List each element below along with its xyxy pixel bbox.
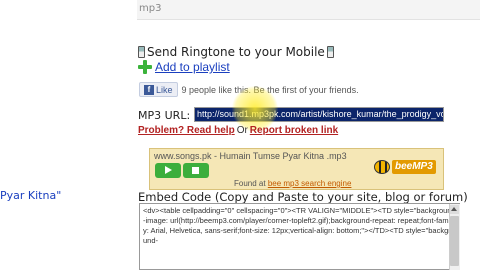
found-at-text: Found at bee mp3 search engine bbox=[234, 179, 351, 188]
like-button-label: Like bbox=[156, 84, 173, 95]
embed-code-label: Embed Code (Copy and Paste to your site,… bbox=[138, 190, 468, 204]
scrollbar-thumb[interactable] bbox=[450, 216, 459, 266]
mp3-url-label: MP3 URL: bbox=[138, 109, 191, 122]
send-ringtone-link[interactable]: Send Ringtone to your Mobile bbox=[138, 44, 334, 60]
mobile-phone-icon bbox=[138, 46, 145, 58]
audio-player: www.songs.pk - Humain Tumse Pyar Kitna .… bbox=[149, 148, 444, 190]
or-text: Or bbox=[236, 125, 248, 136]
song-title-link[interactable]: Pyar Kitna" bbox=[0, 189, 61, 202]
facebook-like-button[interactable]: f Like bbox=[139, 82, 178, 97]
bee-icon bbox=[374, 160, 390, 174]
send-ringtone-label: Send Ringtone to your Mobile bbox=[147, 45, 325, 59]
plus-icon bbox=[138, 60, 152, 74]
embed-code-textarea[interactable]: <dv><table cellpadding="0" cellspacing="… bbox=[139, 203, 460, 270]
mp3-url-value: http://sound1.mp3pk.com/artist/kishore_k… bbox=[195, 108, 443, 121]
add-to-playlist-link[interactable]: Add to playlist bbox=[155, 60, 230, 74]
top-strip: mp3 bbox=[137, 0, 480, 20]
logo-text: beeMP3 bbox=[392, 160, 436, 174]
beemp3-logo[interactable]: beeMP3 bbox=[374, 159, 436, 175]
player-title: www.songs.pk - Humain Tumse Pyar Kitna .… bbox=[154, 151, 347, 161]
report-broken-link[interactable]: Report broken link bbox=[250, 125, 338, 136]
like-count-text: 9 people like this. Be the first of your… bbox=[181, 84, 359, 95]
facebook-icon: f bbox=[144, 84, 154, 95]
mp3-url-input[interactable]: http://sound1.mp3pk.com/artist/kishore_k… bbox=[194, 107, 444, 122]
add-to-playlist-row[interactable]: Add to playlist bbox=[138, 59, 230, 75]
read-help-link[interactable]: Problem? Read help bbox=[138, 125, 235, 136]
stop-button[interactable] bbox=[183, 163, 209, 178]
scroll-up-arrow-icon[interactable] bbox=[450, 205, 459, 214]
bee-search-engine-link[interactable]: bee mp3 search engine bbox=[268, 179, 352, 188]
mobile-phone-icon bbox=[326, 46, 334, 58]
play-button[interactable] bbox=[155, 163, 181, 178]
top-strip-text: mp3 bbox=[139, 3, 162, 14]
facebook-like-row: f Like 9 people like this. Be the first … bbox=[139, 82, 359, 97]
found-prefix: Found at bbox=[234, 179, 266, 188]
problem-links: Problem? Read help Or Report broken link bbox=[138, 125, 338, 136]
